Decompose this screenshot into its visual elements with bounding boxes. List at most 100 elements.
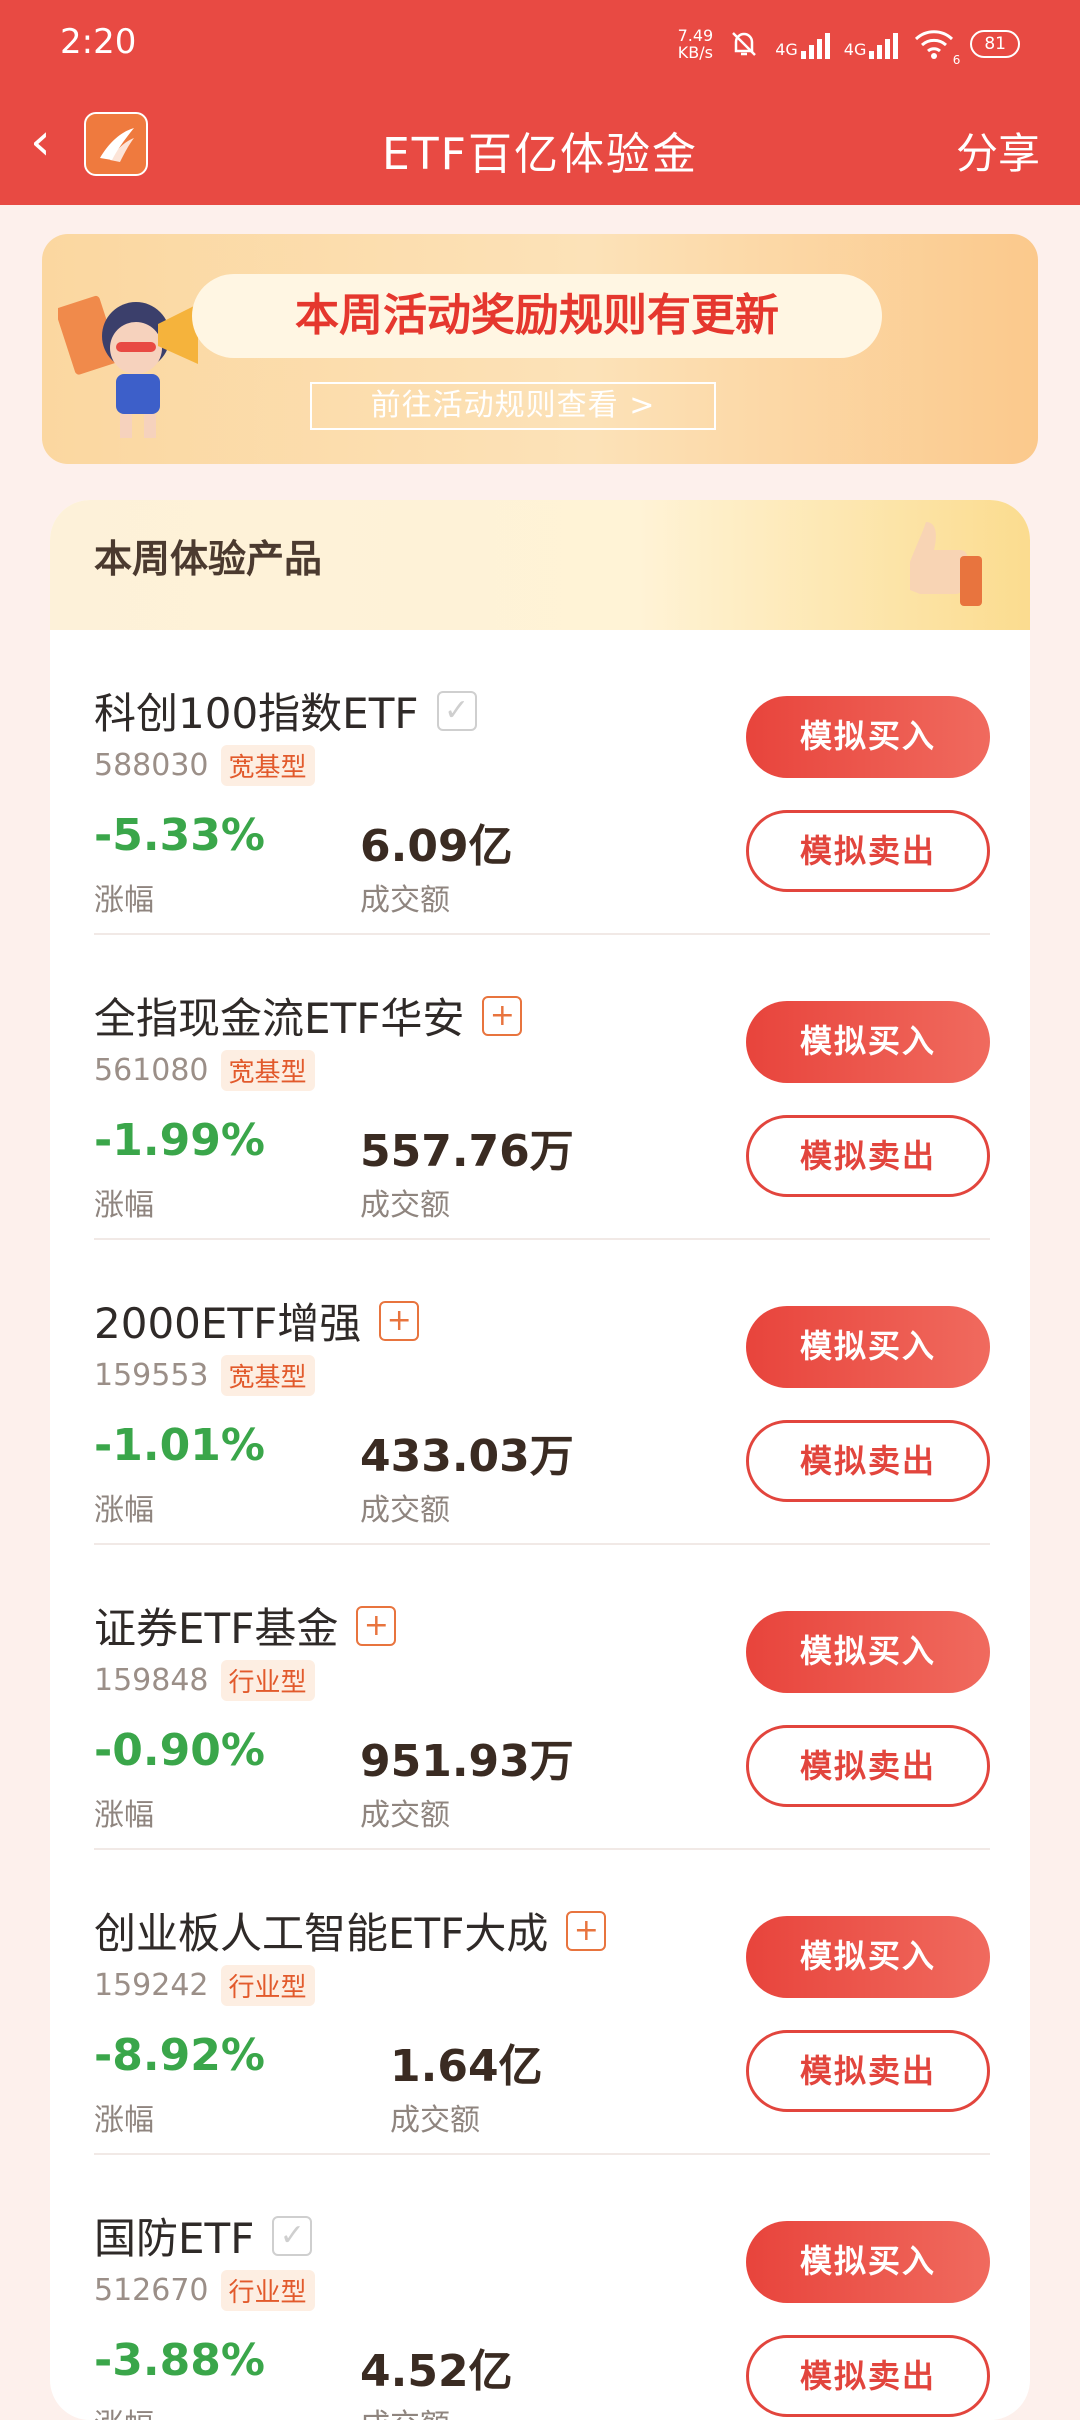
simulated-sell-button[interactable]: 模拟卖出 bbox=[746, 1725, 990, 1807]
product-code: 159242 bbox=[94, 1968, 209, 2003]
share-button[interactable]: 分享 bbox=[956, 120, 1040, 181]
product-name[interactable]: 国防ETF bbox=[94, 2205, 254, 2266]
battery-icon: 81 bbox=[970, 30, 1020, 58]
product-code-row: 159242 行业型 bbox=[94, 1965, 315, 2006]
status-time: 2:20 bbox=[60, 22, 137, 62]
volume-value: 1.64亿 bbox=[390, 2041, 543, 2092]
volume-label: 成交额 bbox=[360, 2400, 450, 2420]
change-value: -5.33% bbox=[94, 810, 265, 861]
volume-value: 951.93万 bbox=[360, 1736, 574, 1787]
simulated-sell-button[interactable]: 模拟卖出 bbox=[746, 2030, 990, 2112]
banner-headline: 本周活动奖励规则有更新 bbox=[192, 274, 882, 358]
product-name-row: 国防ETF ✓ bbox=[94, 2205, 313, 2266]
product-code: 561080 bbox=[94, 1053, 209, 1088]
product-type-tag: 宽基型 bbox=[220, 745, 315, 786]
change-value: -0.90% bbox=[94, 1725, 265, 1776]
signal-label: 4G bbox=[775, 40, 798, 59]
add-watchlist-icon[interactable]: + bbox=[566, 1910, 607, 1951]
volume-label: 成交额 bbox=[390, 2103, 480, 2138]
product-list: 科创100指数ETF ✓ 588030 宽基型 -5.33% 涨幅 6.09亿 成交额 模拟买入… bbox=[50, 630, 1030, 2420]
product-code-row: 512670 行业型 bbox=[94, 2270, 315, 2311]
change-value: -8.92% bbox=[94, 2030, 265, 2081]
add-watchlist-icon[interactable]: + bbox=[379, 1300, 420, 1341]
simulated-sell-button[interactable]: 模拟卖出 bbox=[746, 1420, 990, 1502]
product-name-row: 证券ETF基金 + bbox=[94, 1595, 397, 1656]
simulated-buy-button[interactable]: 模拟买入 bbox=[746, 2221, 990, 2303]
simulated-buy-button[interactable]: 模拟买入 bbox=[746, 1306, 990, 1388]
change-label: 涨幅 bbox=[94, 1493, 154, 1528]
product-item[interactable]: 证券ETF基金 +159848 行业型 -0.90% 涨幅 951.93万 成交额 模拟买入模… bbox=[50, 1545, 1030, 1850]
change-value: -1.99% bbox=[94, 1115, 265, 1166]
product-name-row: 全指现金流ETF华安 + bbox=[94, 985, 523, 1046]
change-value: -1.01% bbox=[94, 1420, 265, 1471]
card-header: 本周体验产品 bbox=[50, 500, 1030, 630]
product-card: 本周体验产品 科创100指数ETF ✓ 588030 宽基型 -5.33% 涨幅 6.09亿… bbox=[50, 500, 1030, 2420]
product-name[interactable]: 全指现金流ETF华安 bbox=[94, 985, 464, 1046]
volume-value: 6.09亿 bbox=[360, 821, 513, 872]
app-header: 2:20 7.49 KB/s 4G 4G 6 81 ‹ ETF百亿体验金 分享 bbox=[0, 0, 1080, 205]
change-value: -3.88% bbox=[94, 2335, 265, 2386]
product-code-row: 159553 宽基型 bbox=[94, 1355, 315, 1396]
product-code: 588030 bbox=[94, 748, 209, 783]
product-type-tag: 行业型 bbox=[220, 2270, 315, 2311]
page-title: ETF百亿体验金 bbox=[382, 129, 698, 180]
change-label: 涨幅 bbox=[94, 1188, 154, 1223]
battery-level: 81 bbox=[984, 34, 1006, 54]
change-label: 涨幅 bbox=[94, 2400, 154, 2420]
activity-banner[interactable]: 本周活动奖励规则有更新 前往活动规则查看 > bbox=[42, 234, 1038, 464]
added-check-icon[interactable]: ✓ bbox=[272, 2215, 313, 2256]
product-item[interactable]: 创业板人工智能ETF大成 +159242 行业型 -8.92% 涨幅 1.64亿 成交额 模拟… bbox=[50, 1850, 1030, 2155]
change-label: 涨幅 bbox=[94, 883, 154, 918]
product-code-row: 159848 行业型 bbox=[94, 1660, 315, 1701]
net-speed-value: 7.49 bbox=[677, 26, 714, 45]
rules-link[interactable]: 前往活动规则查看 > bbox=[310, 382, 716, 430]
add-watchlist-icon[interactable]: + bbox=[482, 995, 523, 1036]
card-title: 本周体验产品 bbox=[94, 537, 323, 581]
product-item[interactable]: 2000ETF增强 +159553 宽基型 -1.01% 涨幅 433.03万 成交额 模拟买… bbox=[50, 1240, 1030, 1545]
volume-label: 成交额 bbox=[360, 1798, 450, 1833]
product-type-tag: 行业型 bbox=[220, 1965, 315, 2006]
product-name[interactable]: 创业板人工智能ETF大成 bbox=[94, 1900, 548, 1961]
add-watchlist-icon[interactable]: + bbox=[356, 1605, 397, 1646]
product-name-row: 科创100指数ETF ✓ bbox=[94, 680, 477, 741]
product-type-tag: 行业型 bbox=[220, 1660, 315, 1701]
simulated-buy-button[interactable]: 模拟买入 bbox=[746, 696, 990, 778]
volume-label: 成交额 bbox=[360, 883, 450, 918]
signal-icon: 4G bbox=[775, 29, 830, 59]
net-speed: 7.49 KB/s bbox=[678, 27, 714, 61]
product-code: 159553 bbox=[94, 1358, 209, 1393]
added-check-icon[interactable]: ✓ bbox=[436, 690, 477, 731]
simulated-buy-button[interactable]: 模拟买入 bbox=[746, 1611, 990, 1693]
product-name[interactable]: 科创100指数ETF bbox=[94, 680, 419, 741]
status-icons: 7.49 KB/s 4G 4G 6 81 bbox=[678, 24, 1020, 67]
product-type-tag: 宽基型 bbox=[220, 1050, 315, 1091]
product-item[interactable]: 全指现金流ETF华安 +561080 宽基型 -1.99% 涨幅 557.76万 成交额 模拟… bbox=[50, 935, 1030, 1240]
simulated-sell-button[interactable]: 模拟卖出 bbox=[746, 1115, 990, 1197]
product-code-row: 588030 宽基型 bbox=[94, 745, 315, 786]
volume-value: 433.03万 bbox=[360, 1431, 574, 1482]
simulated-buy-button[interactable]: 模拟买入 bbox=[746, 1001, 990, 1083]
product-name[interactable]: 证券ETF基金 bbox=[94, 1595, 338, 1656]
volume-label: 成交额 bbox=[360, 1493, 450, 1528]
signal-label: 4G bbox=[843, 40, 867, 59]
product-item[interactable]: 国防ETF ✓ 512670 行业型 -3.88% 涨幅 4.52亿成交额 模拟买入模拟卖出 bbox=[50, 2155, 1030, 2420]
wifi-icon: 6 bbox=[912, 27, 960, 67]
product-item[interactable]: 科创100指数ETF ✓ 588030 宽基型 -5.33% 涨幅 6.09亿成交额 模拟买入… bbox=[50, 630, 1030, 935]
simulated-sell-button[interactable]: 模拟卖出 bbox=[746, 2335, 990, 2417]
product-name-row: 2000ETF增强 + bbox=[94, 1290, 420, 1351]
product-code: 159848 bbox=[94, 1663, 209, 1698]
wifi-badge: 6 bbox=[952, 53, 961, 67]
product-name-row: 创业板人工智能ETF大成 + bbox=[94, 1900, 607, 1961]
thumbs-up-icon bbox=[910, 522, 982, 606]
volume-value: 4.52亿 bbox=[360, 2346, 513, 2397]
product-type-tag: 宽基型 bbox=[220, 1355, 315, 1396]
bell-muted-icon bbox=[732, 32, 757, 56]
simulated-sell-button[interactable]: 模拟卖出 bbox=[746, 810, 990, 892]
change-label: 涨幅 bbox=[94, 1798, 154, 1833]
volume-value: 557.76万 bbox=[360, 1126, 574, 1177]
simulated-buy-button[interactable]: 模拟买入 bbox=[746, 1916, 990, 1998]
product-code-row: 561080 宽基型 bbox=[94, 1050, 315, 1091]
volume-label: 成交额 bbox=[360, 1188, 450, 1223]
product-name[interactable]: 2000ETF增强 bbox=[94, 1290, 361, 1351]
change-label: 涨幅 bbox=[94, 2103, 154, 2138]
